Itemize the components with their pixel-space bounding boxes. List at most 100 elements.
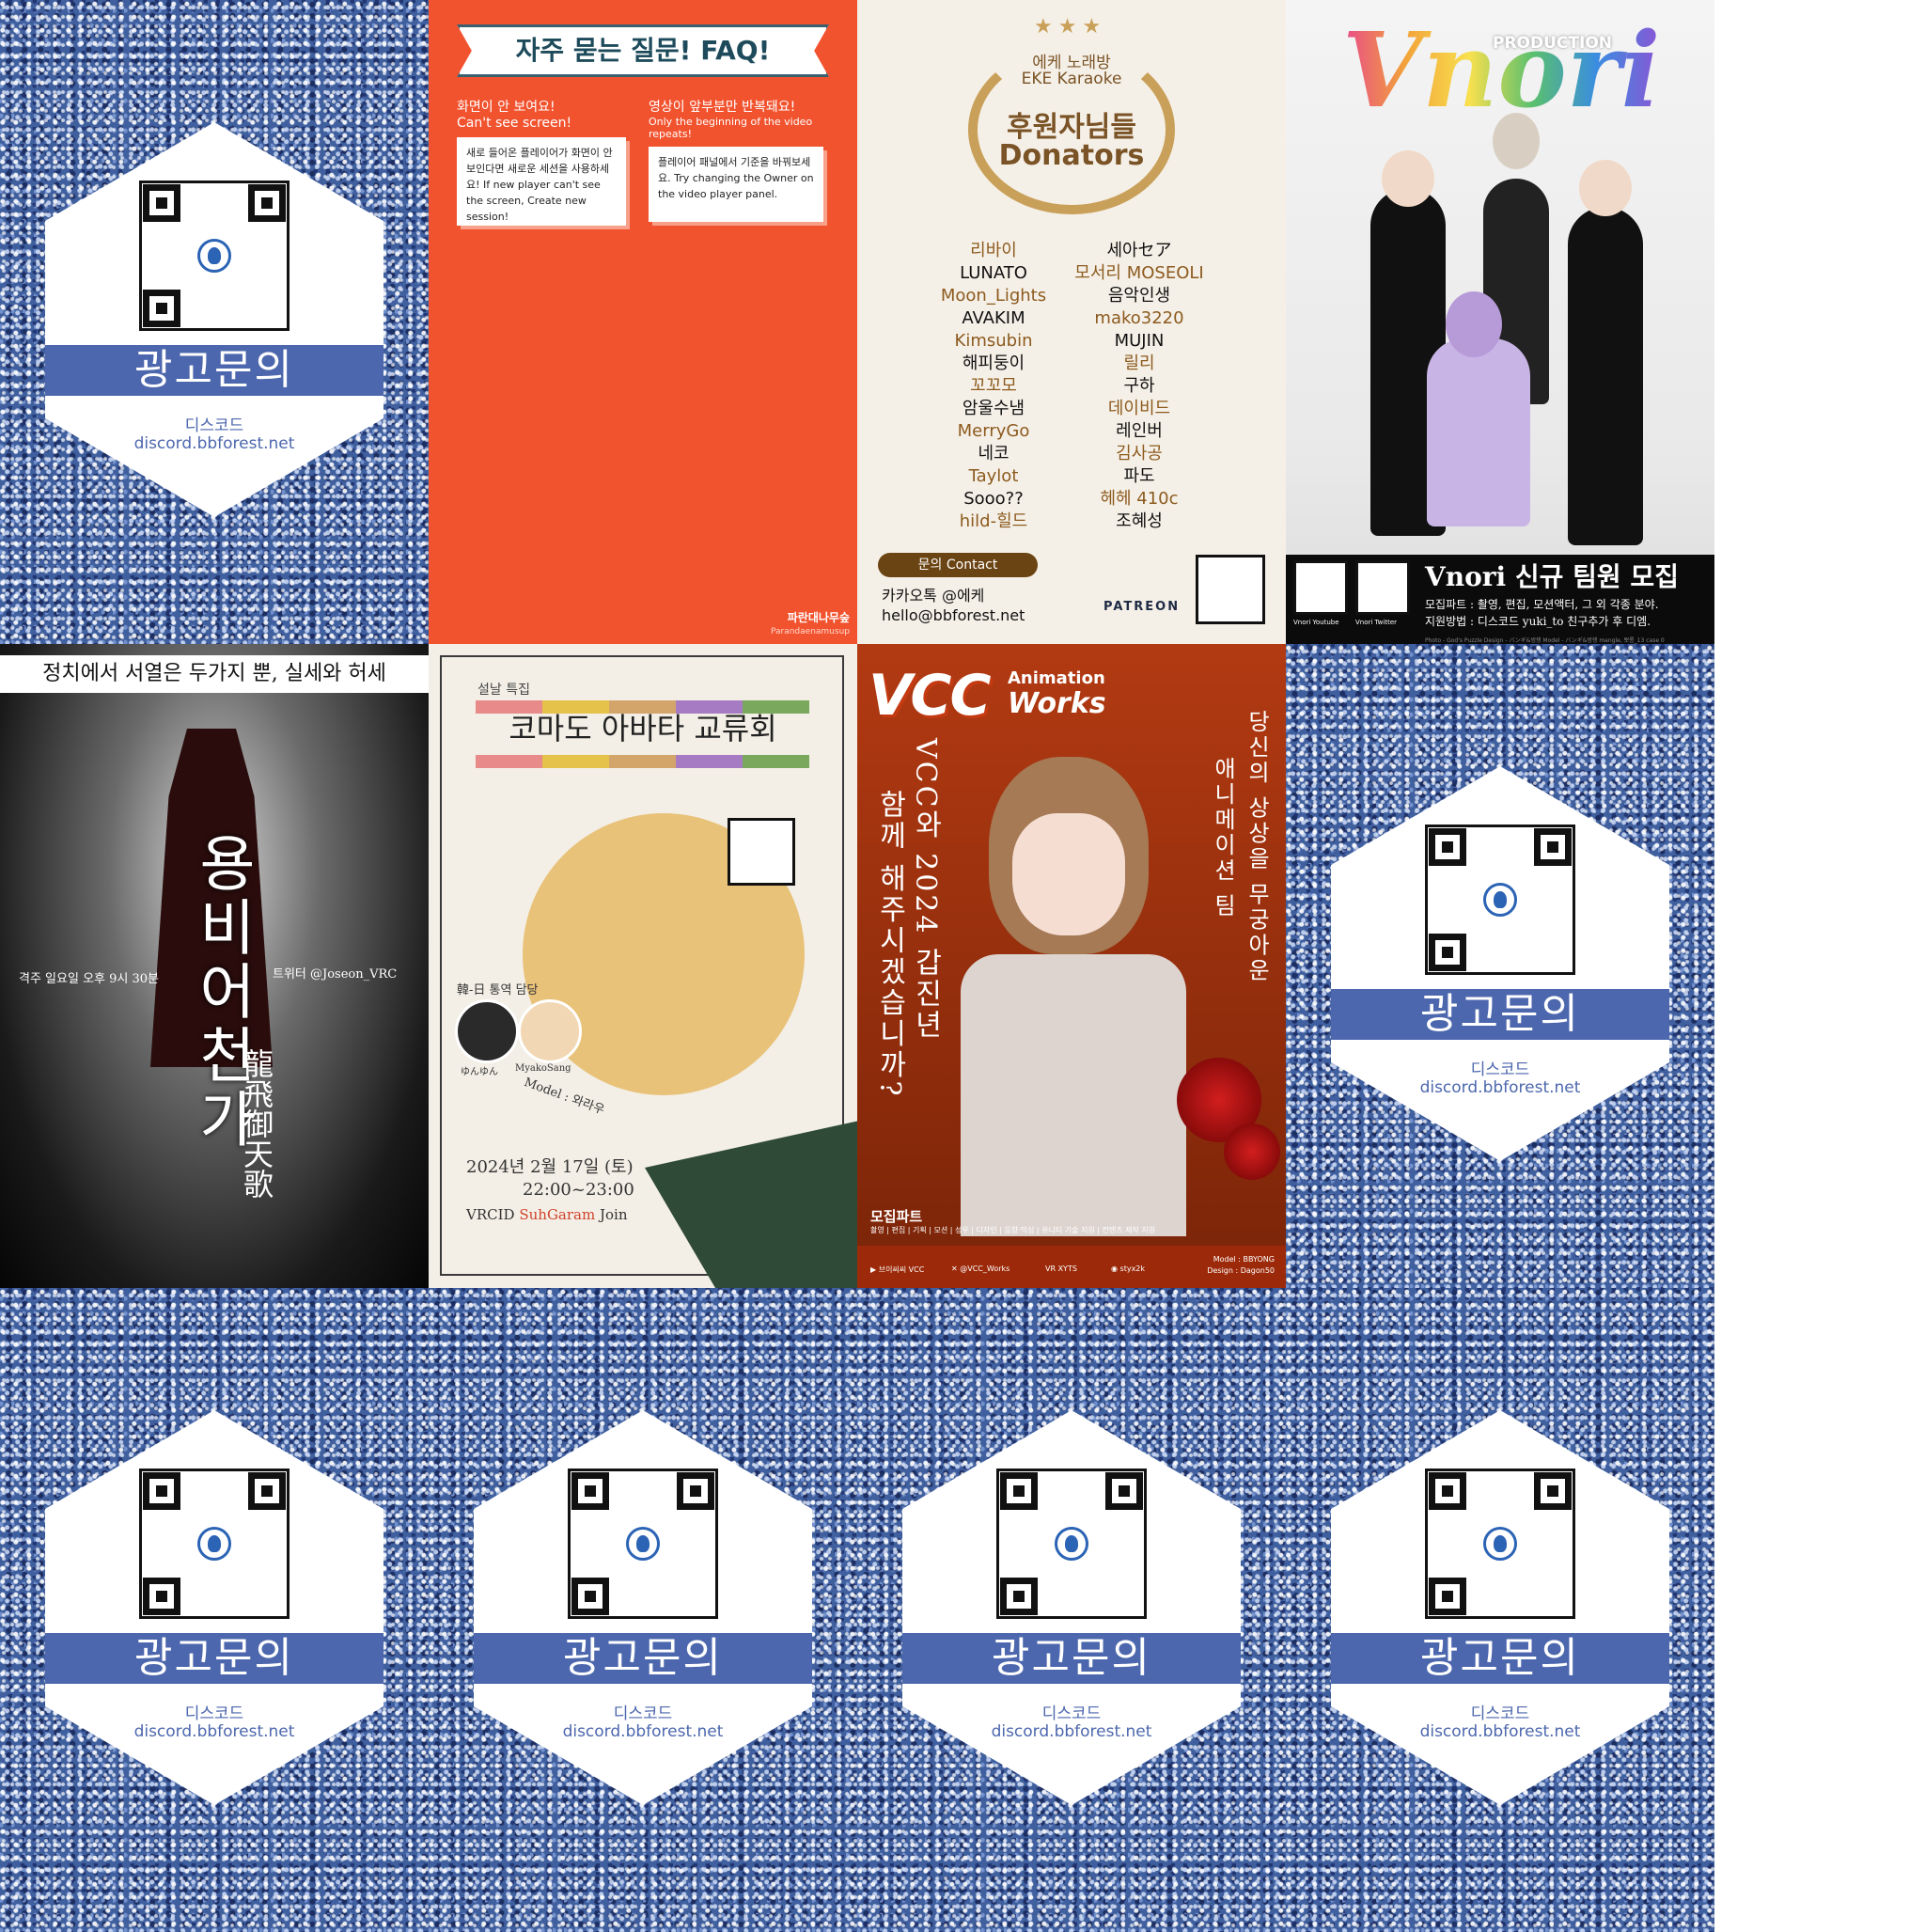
vcc-parts: 촬영 | 편집 | 기획 | 모션 | 성우 | 디자인 | 음향·믹싱 | 유…: [870, 1226, 1156, 1234]
vcc-vertical-4: 애니메이션 팀: [1210, 757, 1236, 919]
qr-code[interactable]: [1425, 825, 1575, 975]
faq-q1-ko: 화면이 안 보여요!: [457, 100, 556, 115]
faq-poster: 자주 묻는 질문! FAQ! 화면이 안 보여요! Can't see scre…: [429, 0, 857, 644]
vcc-works: Works: [1008, 687, 1106, 720]
ad-label: 디스코드: [1470, 1704, 1530, 1723]
faq-q2-en: Only the beginning of the video repeats!: [649, 116, 813, 140]
ad-label: 디스코드: [184, 416, 244, 435]
komado-role: 韓-日 통역 담당: [457, 983, 539, 997]
faq-a2: 플레이어 패널에서 기준을 바꿔보세요. Try changing the Ow…: [649, 147, 823, 222]
donator-list-left: 리바이 LUNATO Moon_Lights AVAKIM Kimsubin 해피둥이 …: [940, 241, 1047, 531]
vcc-youtube[interactable]: ▶ 브이씨씨 VCC: [870, 1264, 924, 1275]
forest-logo-icon: [1483, 883, 1517, 917]
ad-url[interactable]: discord.bbforest.net: [45, 434, 383, 453]
character-figure: [1568, 207, 1643, 545]
character-figure: [1427, 338, 1530, 526]
yongbi-poster: 정치에서 서열은 두가지 뿐, 실세와 허세 용비어천가 龍飛御天歌 격주 일요…: [0, 644, 429, 1288]
vnori-logo: Vnori: [1342, 9, 1661, 131]
patreon-label: PATREON: [1103, 600, 1181, 614]
komado-time: 22:00~23:00: [523, 1180, 634, 1200]
discord-icon: ◉: [1111, 1264, 1120, 1273]
ad-title: 광고문의: [45, 345, 383, 396]
vcc-design-credit: Design : Dagon50: [1207, 1266, 1275, 1275]
vcc-vr[interactable]: VR XYTS: [1045, 1264, 1077, 1273]
ad-url[interactable]: discord.bbforest.net: [474, 1722, 812, 1741]
vcc-vertical-3: 당신의 상상을 무궁아운: [1244, 710, 1270, 984]
qr-code[interactable]: [996, 1469, 1147, 1619]
ad-url[interactable]: discord.bbforest.net: [45, 1722, 383, 1741]
vcc-animation: Animation: [1008, 668, 1105, 688]
komado-qr-code[interactable]: [728, 818, 795, 886]
vcc-vertical-2: 함께 해주시겠습니까?: [873, 790, 906, 1099]
yongbi-twitter[interactable]: 트위터 @Joseon_VRC: [273, 964, 397, 982]
ad-panel-4: 광고문의 디스코드 discord.bbforest.net: [429, 1288, 857, 1932]
youtube-icon: ▶: [870, 1265, 879, 1274]
character-head: [1446, 291, 1502, 357]
vcc-vertical-1: VCC와 2024 갑진년: [909, 738, 942, 1041]
ad-panel-5: 광고문의 디스코드 discord.bbforest.net: [857, 1288, 1286, 1932]
rose-icon: [1224, 1123, 1280, 1180]
character-body: [961, 954, 1186, 1236]
forest-logo-icon: [197, 1527, 231, 1561]
ad-url[interactable]: discord.bbforest.net: [1331, 1078, 1669, 1097]
vcc-twitter[interactable]: ✕ @VCC_Works: [951, 1264, 1009, 1273]
vcc-model-credit: Model : BBYONG: [1213, 1255, 1275, 1264]
ad-title: 광고문의: [1331, 1633, 1669, 1684]
vnori-credit: Photo - God's Puzzle Design - バンギ&벙쟁 Mod…: [1425, 637, 1665, 644]
character-head: [1382, 150, 1434, 207]
ad-url[interactable]: discord.bbforest.net: [1331, 1722, 1669, 1741]
ad-label: 디스코드: [1041, 1704, 1102, 1723]
ad-title: 광고문의: [45, 1633, 383, 1684]
host2: MyakoSang: [515, 1063, 571, 1074]
komado-vrcid-row: VRCID SuhGaram Join: [466, 1206, 628, 1223]
donators-title-en: Donators: [998, 139, 1145, 172]
yongbi-schedule: 격주 일요일 오후 9시 30분: [19, 972, 159, 986]
qr-code[interactable]: [1425, 1469, 1575, 1619]
faq-a1: 새로 들어온 플레이어가 화면이 안 보인다면 새로운 세션을 사용하세요! I…: [457, 137, 626, 226]
komado-date: 2024년 2월 17일 (토): [466, 1157, 634, 1177]
ad-panel-3: 광고문의 디스코드 discord.bbforest.net: [0, 1288, 429, 1932]
twitter-qr-code[interactable]: [1355, 560, 1410, 615]
ad-label: 디스코드: [184, 1704, 244, 1723]
x-icon: ✕: [951, 1264, 961, 1273]
vcc-parts-title: 모집파트: [870, 1208, 923, 1225]
stars-icon: ★★★: [1034, 15, 1107, 39]
ad-hexagon: 광고문의 디스코드 discord.bbforest.net: [1331, 1410, 1669, 1805]
qr-code[interactable]: [568, 1469, 718, 1619]
vcc-logo: VCC: [869, 663, 992, 729]
patreon-qr-code[interactable]: [1196, 555, 1265, 624]
vnori-recruit-title: Vnori 신규 팀원 모집: [1425, 561, 1679, 592]
contact-pill: 문의 Contact: [878, 553, 1038, 577]
komado-poster: 설날 특집 코마도 아바타 교류회 韓-日 통역 담당 ゆんゆん MyakoSa…: [429, 644, 857, 1288]
komado-tag: 설날 특집: [477, 683, 530, 698]
ad-url[interactable]: discord.bbforest.net: [902, 1722, 1241, 1741]
ad-title: 광고문의: [474, 1633, 812, 1684]
yongbi-hanja: 龍飛御天歌: [239, 1048, 274, 1199]
youtube-qr-code[interactable]: [1293, 560, 1348, 615]
ad-hexagon: 광고문의 디스코드 discord.bbforest.net: [45, 122, 383, 517]
faq-logo: 파란대나무숲: [787, 611, 850, 624]
forest-logo-icon: [1055, 1527, 1088, 1561]
vnori-production: PRODUCTION: [1493, 34, 1612, 53]
vcc-discord[interactable]: ◉ styx2k: [1111, 1264, 1145, 1273]
qr-code[interactable]: [139, 181, 290, 331]
avatar: [518, 999, 582, 1063]
color-stripe: [476, 755, 809, 768]
contact-kakao: 카카오톡 @에케: [882, 587, 985, 605]
qr-code[interactable]: [139, 1469, 290, 1619]
character-face: [1012, 813, 1125, 935]
ad-label: 디스코드: [613, 1704, 673, 1723]
character-head: [1579, 160, 1632, 216]
faq-q2-ko: 영상이 앞부분만 반복돼요!: [649, 100, 796, 115]
twitter-label: Vnori Twitter: [1355, 619, 1398, 626]
yongbi-tagline: 정치에서 서열은 두가지 뿐, 실세와 허세: [0, 655, 429, 693]
ad-label: 디스코드: [1470, 1060, 1530, 1079]
avatar: [455, 999, 519, 1063]
ad-panel-6: 광고문의 디스코드 discord.bbforest.net: [1286, 1288, 1714, 1932]
forest-logo-icon: [626, 1527, 660, 1561]
ad-hexagon: 광고문의 디스코드 discord.bbforest.net: [1331, 766, 1669, 1161]
faq-q1-en: Can't see screen!: [457, 116, 572, 131]
host1: ゆんゆん: [461, 1067, 498, 1077]
ad-hexagon: 광고문의 디스코드 discord.bbforest.net: [474, 1410, 812, 1805]
contact-email[interactable]: hello@bbforest.net: [882, 606, 1025, 624]
